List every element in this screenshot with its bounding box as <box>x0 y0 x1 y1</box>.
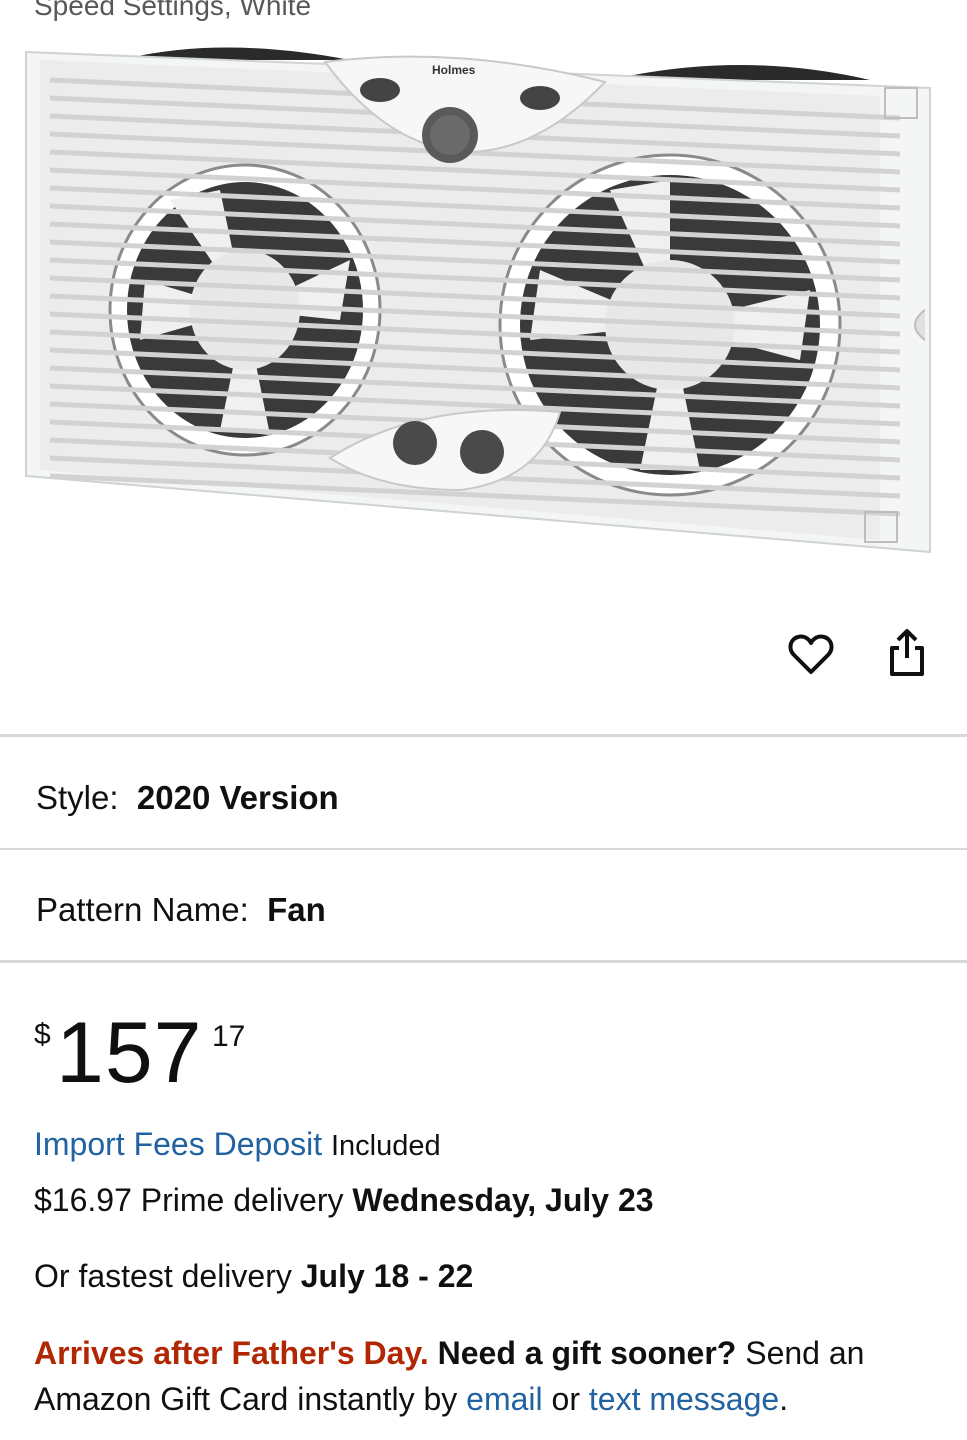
svg-text:Holmes: Holmes <box>432 63 476 77</box>
period: . <box>779 1381 789 1417</box>
window-fan-illustration: Holmes <box>25 47 931 554</box>
fastest-delivery-date: July 18 - 22 <box>300 1258 474 1294</box>
style-selector[interactable]: Style: 2020 Version <box>36 778 339 818</box>
pattern-value: Fan <box>267 891 326 928</box>
gift-note: Arrives after Father's Day. Need a gift … <box>34 1330 944 1422</box>
import-fees-line: Import Fees Deposit Included <box>34 1124 441 1166</box>
style-label: Style: <box>36 779 119 816</box>
arrival-warning: Arrives after Father's Day. <box>34 1335 429 1371</box>
heart-icon <box>788 634 834 674</box>
import-fees-suffix: Included <box>331 1130 441 1162</box>
prime-delivery-prefix: $16.97 Prime delivery <box>34 1182 344 1218</box>
price-whole: 157 <box>56 1005 203 1101</box>
email-link[interactable]: email <box>466 1381 542 1417</box>
section-divider <box>0 848 967 850</box>
share-button[interactable] <box>880 626 934 680</box>
style-value: 2020 Version <box>136 779 339 816</box>
import-fees-link[interactable]: Import Fees Deposit <box>34 1126 322 1162</box>
section-divider <box>0 960 967 963</box>
section-divider <box>0 734 967 737</box>
share-icon <box>890 629 924 676</box>
fastest-delivery-prefix: Or fastest delivery <box>34 1258 292 1294</box>
gift-question: Need a gift sooner? <box>437 1335 737 1371</box>
fastest-delivery-line: Or fastest delivery July 18 - 22 <box>34 1256 473 1296</box>
price-currency: $ <box>34 1018 51 1051</box>
prime-delivery-line: $16.97 Prime delivery Wednesday, July 23 <box>34 1180 654 1220</box>
prime-delivery-date: Wednesday, July 23 <box>352 1182 654 1218</box>
product-image[interactable]: Holmes <box>20 40 947 560</box>
price-fraction: 17 <box>212 1020 246 1053</box>
product-title-fragment: Speed Settings, White <box>34 0 312 21</box>
or-text: or <box>551 1381 580 1417</box>
pattern-selector[interactable]: Pattern Name: Fan <box>36 890 326 930</box>
wishlist-button[interactable] <box>784 628 838 682</box>
text-message-link[interactable]: text message <box>589 1381 779 1417</box>
pattern-label: Pattern Name: <box>36 891 249 928</box>
